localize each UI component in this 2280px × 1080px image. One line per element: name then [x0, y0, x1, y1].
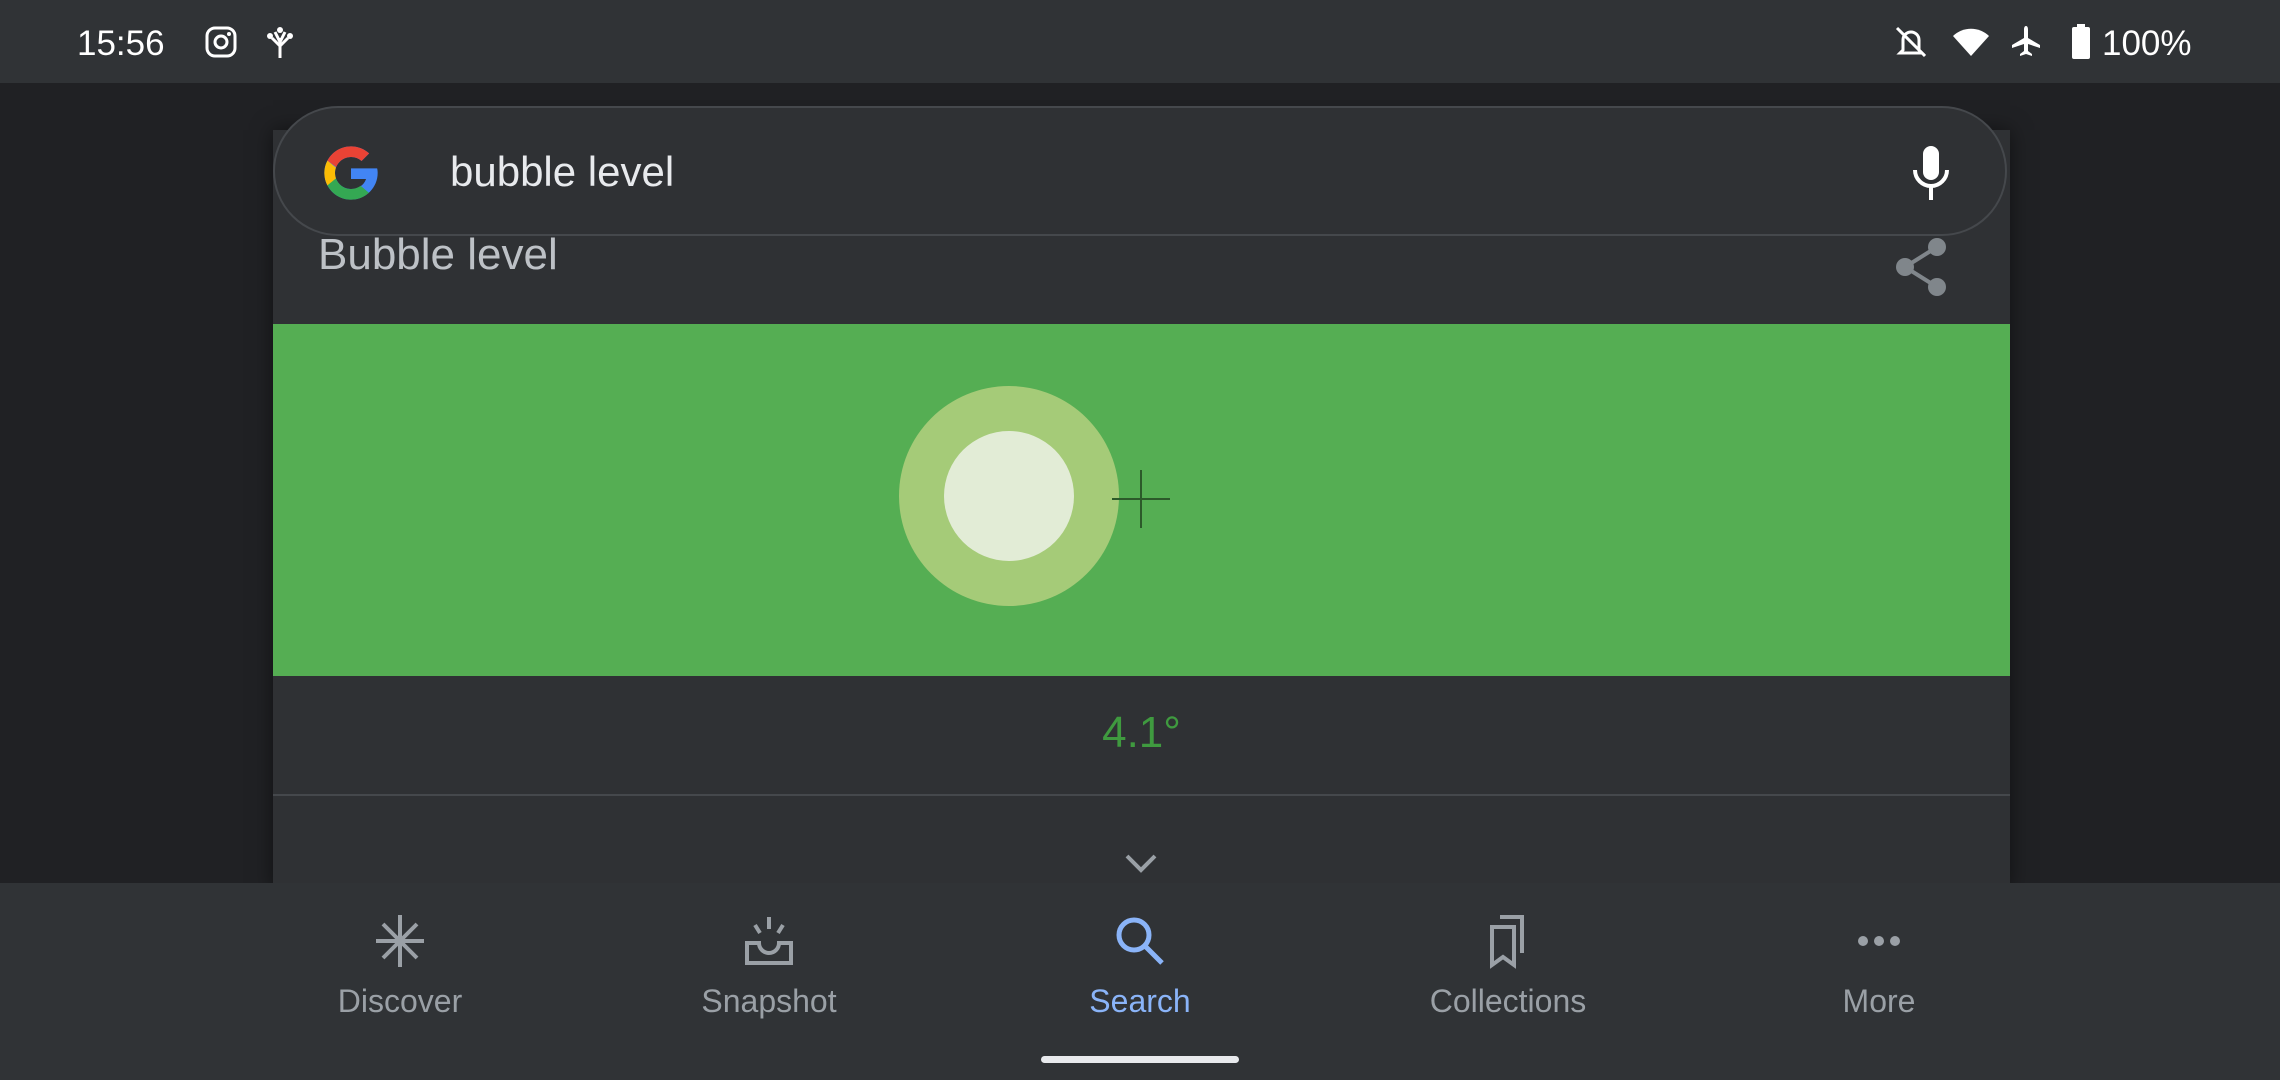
nav-collections[interactable]: Collections: [1378, 913, 1638, 1020]
share-icon[interactable]: [1893, 237, 1949, 297]
nav-label: Snapshot: [701, 983, 837, 1019]
divider: [273, 794, 2010, 796]
instagram-icon: [205, 26, 237, 58]
level-display: [273, 324, 2010, 676]
home-indicator[interactable]: [1041, 1056, 1239, 1063]
search-input[interactable]: bubble level: [450, 148, 674, 196]
nav-label: More: [1842, 983, 1916, 1019]
nav-discover[interactable]: Discover: [270, 913, 530, 1020]
level-graphic: [899, 386, 1170, 606]
nav-label: Discover: [337, 983, 463, 1019]
tree-icon: [267, 27, 293, 58]
bubble: [944, 431, 1074, 561]
nav-label: Collections: [1429, 983, 1587, 1019]
nav-snapshot[interactable]: Snapshot: [639, 913, 899, 1020]
battery-level: 100%: [2102, 24, 2192, 63]
chevron-down-icon[interactable]: [1123, 852, 1159, 874]
clock: 15:56: [77, 24, 165, 63]
crosshair: [1112, 470, 1170, 528]
nav-label: Search: [1089, 983, 1191, 1019]
bookmarks-icon: [1490, 915, 1524, 969]
card-title: Bubble level: [318, 230, 558, 279]
status-bar: 15:56 100%: [0, 0, 2280, 83]
battery-icon: [2072, 24, 2090, 59]
more-icon: [1858, 936, 1900, 946]
search-icon: [1116, 917, 1164, 965]
snapshot-icon: [745, 917, 793, 965]
asterisk-icon: [376, 915, 424, 967]
wifi-icon: [1953, 28, 1989, 56]
angle-readout: 4.1°: [1102, 708, 1181, 757]
search-bar[interactable]: bubble level: [273, 106, 2007, 236]
notifications-off-icon: [1895, 26, 1927, 58]
bubble-level-card: Bubble level 4.1°: [273, 130, 2010, 890]
mic-icon[interactable]: [1909, 144, 1953, 202]
nav-more[interactable]: More: [1749, 913, 2009, 1020]
google-logo: [324, 146, 378, 200]
bottom-nav: Discover Snapshot Search Collections Mor…: [0, 883, 2280, 1080]
airplane-mode-icon: [2012, 26, 2040, 56]
nav-search[interactable]: Search: [1010, 913, 1270, 1020]
